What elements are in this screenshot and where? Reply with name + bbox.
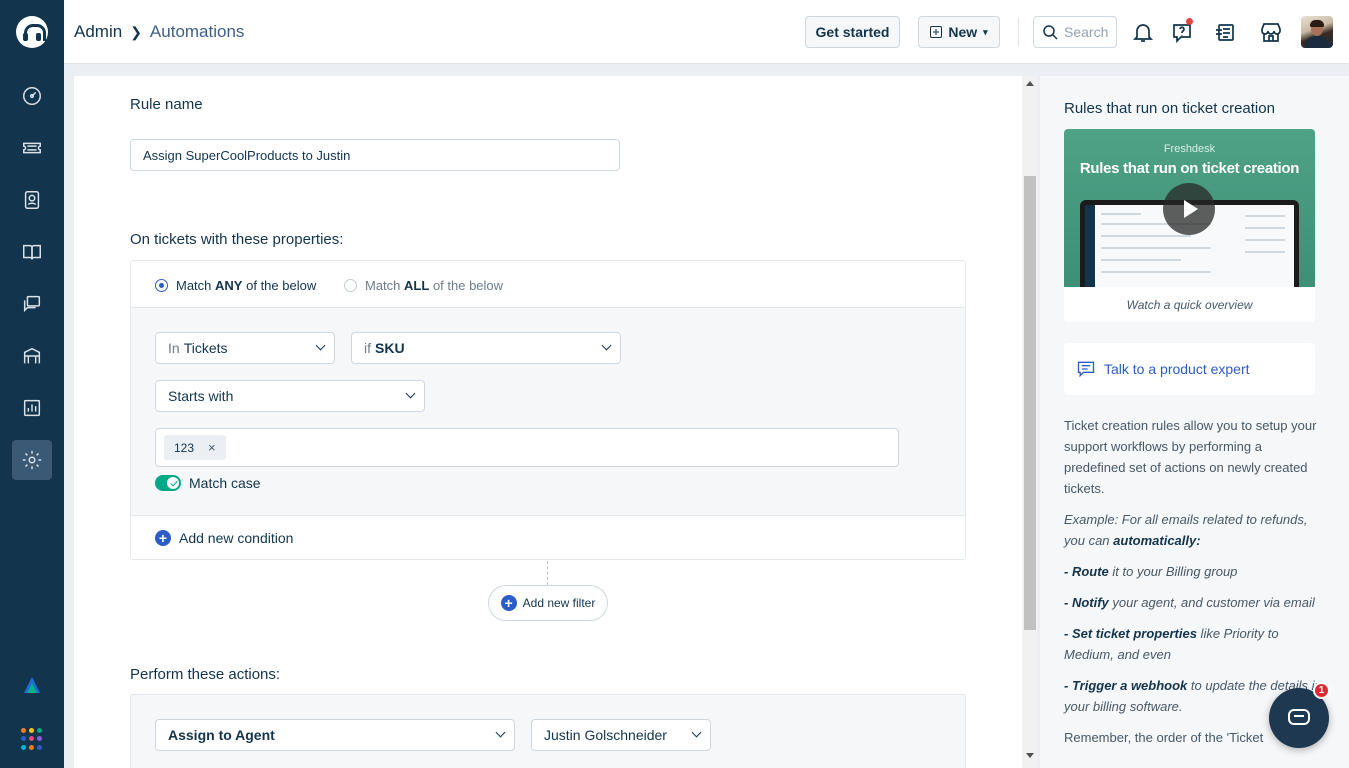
add-condition-button[interactable]: + Add new condition [155,530,293,546]
contacts-icon[interactable] [12,180,52,220]
chevron-right-icon: ❯ [130,23,142,40]
help-panel-title: Rules that run on ticket creation [1064,100,1275,117]
chat-widget-button[interactable]: 1 [1269,682,1330,748]
actions-label: Perform these actions: [130,666,281,683]
plus-circle-icon: + [500,595,517,611]
match-case-label: Match case [189,475,261,491]
conditions-block: Match ANY of the below Match ALL of the … [130,260,966,560]
scrollbar-thumb[interactable] [1024,176,1036,630]
sidebar [0,0,64,768]
help-bullet-properties: - Set ticket properties like Priority to… [1064,626,1279,662]
match-mode: Match ANY of the below Match ALL of the … [131,261,965,308]
value-tag-label: 123 [174,440,195,455]
rule-name-label: Rule name [130,96,203,113]
rule-editor: Rule name Assign SuperCoolProducts to Ju… [74,76,1022,768]
main-scrollbar[interactable] [1022,76,1038,768]
radio-unselected-icon [344,279,357,292]
connector-line [547,561,548,585]
value-tag-input[interactable]: 123 × [155,428,899,467]
chat-unread-badge: 1 [1313,682,1330,699]
action-type-select[interactable]: Assign to Agent [155,719,515,751]
search-box[interactable]: Search [1033,16,1117,48]
scroll-up-icon[interactable] [1026,81,1034,86]
match-case-toggle[interactable] [155,475,181,491]
breadcrumb-automations: Automations [149,22,245,41]
video-title: Rules that run on ticket creation [1079,160,1300,177]
help-bullet-route: - Route it to your Billing group [1064,564,1238,579]
top-header: Admin ❯ Automations Get started New ▾ Se… [64,0,1349,64]
admin-gear-icon[interactable] [12,440,52,480]
talk-to-expert-label: Talk to a product expert [1104,361,1250,377]
forums-icon[interactable] [12,284,52,324]
help-notification-dot [1186,18,1193,25]
new-button-label: New [948,24,978,40]
plus-square-icon [930,26,943,38]
helpdesk-icon[interactable] [12,336,52,376]
chat-icon [1288,709,1310,725]
dashboard-icon[interactable] [12,76,52,116]
add-filter-button[interactable]: + Add new filter [488,585,608,621]
help-panel: Rules that run on ticket creation Freshd… [1040,76,1349,768]
chat-bubble-icon [1077,361,1095,378]
actions-block: Assign to Agent Justin Golschneider [130,694,966,768]
conditions-label: On tickets with these properties: [130,231,344,248]
new-button[interactable]: New ▾ [918,16,1000,48]
condition-row: In Tickets if SKU Starts with 123 × Match … [131,308,965,516]
agent-select[interactable]: Justin Golschneider [531,719,711,751]
breadcrumb: Admin ❯ Automations [74,22,244,42]
reports-icon[interactable] [12,388,52,428]
chevron-down-icon: ▾ [983,26,988,37]
add-condition-label: Add new condition [179,530,294,546]
video-card[interactable]: Freshdesk Rules that run on ticket creat… [1064,129,1315,322]
help-intro: Ticket creation rules allow you to setup… [1064,418,1317,496]
freshdesk-logo[interactable] [16,16,48,48]
play-icon[interactable] [1163,183,1215,235]
tickets-icon[interactable] [12,128,52,168]
rule-name-input[interactable]: Assign SuperCoolProducts to Justin [130,139,620,171]
add-filter-label: Add new filter [522,596,596,610]
match-any-radio[interactable]: Match ANY of the below [155,278,316,293]
entity-select[interactable]: In Tickets [155,332,335,364]
freshworks-app-icon[interactable] [22,675,42,695]
chevron-down-icon [315,340,326,351]
check-icon [170,478,178,487]
chevron-down-icon [601,340,612,351]
match-all-radio[interactable]: Match ALL of the below [344,278,503,293]
bell-icon[interactable] [1130,18,1156,46]
solutions-icon[interactable] [12,232,52,272]
breadcrumb-admin[interactable]: Admin [74,22,122,42]
help-example: Example: For all emails related to refun… [1064,512,1308,548]
forms-icon[interactable] [1213,18,1239,46]
operator-select[interactable]: Starts with [155,380,425,412]
search-placeholder: Search [1064,24,1109,40]
scroll-down-icon[interactable] [1026,753,1034,758]
plus-circle-icon: + [155,530,171,546]
chevron-down-icon [405,388,416,399]
get-started-button[interactable]: Get started [805,16,900,48]
search-icon [1043,25,1058,40]
help-icon[interactable] [1169,18,1195,46]
marketplace-icon[interactable] [1258,18,1284,46]
video-caption: Watch a quick overview [1126,298,1253,312]
match-any-label: Match ANY of the below [176,278,317,293]
chevron-down-icon [691,727,702,738]
field-select[interactable]: if SKU [351,332,621,364]
close-icon[interactable]: × [208,440,216,455]
video-thumbnail[interactable]: Freshdesk Rules that run on ticket creat… [1064,129,1315,287]
user-avatar[interactable] [1301,16,1333,48]
header-divider [1018,18,1019,46]
talk-to-expert-link[interactable]: Talk to a product expert [1064,343,1315,395]
match-all-label: Match ALL of the below [365,278,504,293]
chevron-down-icon [495,727,506,738]
help-bullet-notify: - Notify your agent, and customer via em… [1064,595,1315,610]
radio-selected-icon [155,279,168,292]
apps-grid-icon[interactable] [21,728,43,750]
video-brand: Freshdesk [1163,143,1216,155]
value-tag: 123 × [164,435,226,460]
match-case-toggle-row: Match case [155,475,261,491]
